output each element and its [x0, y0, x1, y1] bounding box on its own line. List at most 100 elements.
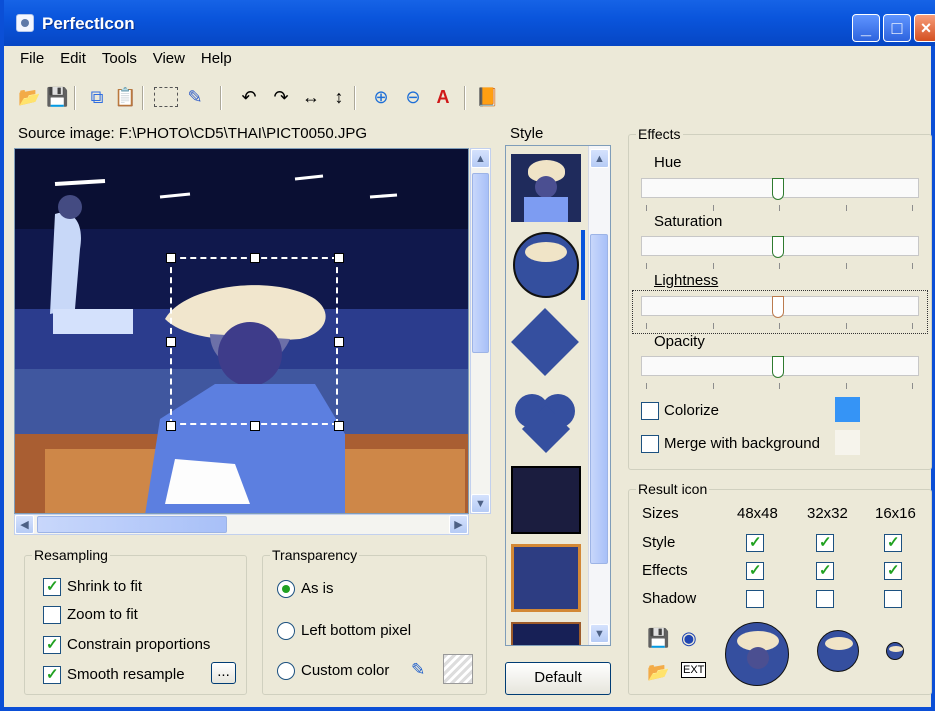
- menu-file[interactable]: File: [20, 50, 44, 67]
- app-window: PerfectIcon _ □ × File Edit Tools View H…: [0, 0, 935, 711]
- zoom-to-fit-checkbox[interactable]: [43, 606, 61, 624]
- crop-handle[interactable]: [334, 421, 344, 431]
- text-tool-icon[interactable]: A: [432, 86, 454, 108]
- style-scroll-up[interactable]: ▲: [590, 149, 609, 168]
- result-icon-32: [817, 630, 859, 672]
- open-folder-icon[interactable]: 📂: [647, 662, 669, 683]
- style-scrollbar[interactable]: ▲ ▼: [588, 146, 610, 645]
- resampling-group: Resampling Shrink to fit Zoom to fit Con…: [24, 547, 247, 695]
- colorize-color-swatch[interactable]: [835, 397, 860, 422]
- menu-tools[interactable]: Tools: [102, 50, 137, 67]
- selection-marker: [581, 230, 585, 300]
- export-icon[interactable]: EXT: [681, 662, 707, 678]
- image-vertical-scrollbar[interactable]: ▲ ▼: [470, 148, 491, 514]
- scroll-up-button[interactable]: ▲: [471, 149, 490, 168]
- select-icon[interactable]: [154, 87, 178, 107]
- style-scroll-down[interactable]: ▼: [590, 624, 609, 643]
- style-list[interactable]: ▲ ▼: [505, 145, 611, 646]
- shrink-to-fit-checkbox[interactable]: [43, 577, 61, 596]
- effects-16-checkbox[interactable]: [884, 561, 902, 580]
- tick-mark: [912, 323, 913, 329]
- maximize-button[interactable]: □: [883, 14, 911, 42]
- save-icon[interactable]: 💾: [46, 86, 68, 108]
- style-diamond[interactable]: [511, 308, 581, 378]
- image-horizontal-scrollbar[interactable]: ◀ ▶: [14, 514, 469, 535]
- copy-icon[interactable]: ⧉: [86, 86, 108, 108]
- shadow-48-checkbox[interactable]: [746, 590, 764, 608]
- left-bottom-pixel-radio[interactable]: [277, 622, 295, 640]
- scroll-down-button[interactable]: ▼: [471, 494, 490, 513]
- scroll-right-button[interactable]: ▶: [449, 515, 468, 534]
- custom-color-swatch[interactable]: [443, 654, 473, 684]
- zoom-in-icon[interactable]: ⊕: [370, 86, 392, 108]
- zoom-out-icon[interactable]: ⊖: [402, 86, 424, 108]
- save-icon[interactable]: 💾: [647, 628, 669, 649]
- eyedropper-icon[interactable]: ✎: [411, 660, 425, 680]
- effects-48-checkbox[interactable]: [746, 561, 764, 580]
- hue-slider-thumb[interactable]: [772, 178, 784, 200]
- book-icon[interactable]: 📙: [476, 86, 498, 108]
- style-48-checkbox[interactable]: [746, 533, 764, 552]
- smooth-resample-checkbox[interactable]: [43, 665, 61, 684]
- open-icon[interactable]: 📂: [18, 86, 40, 108]
- custom-color-radio[interactable]: [277, 662, 295, 680]
- style-square-dark[interactable]: [511, 466, 581, 534]
- menu-view[interactable]: View: [153, 50, 185, 67]
- default-button[interactable]: Default: [505, 662, 611, 695]
- menu-help[interactable]: Help: [201, 50, 232, 67]
- close-button[interactable]: ×: [914, 14, 935, 42]
- transparency-group: Transparency As is Left bottom pixel Cus…: [262, 547, 487, 695]
- style-scroll-thumb[interactable]: [590, 234, 608, 564]
- shadow-16-checkbox[interactable]: [884, 590, 902, 608]
- opacity-label: Opacity: [654, 333, 705, 350]
- rotate-left-icon[interactable]: ↶: [238, 86, 260, 108]
- paste-icon[interactable]: 📋: [114, 86, 136, 108]
- vertical-scroll-thumb[interactable]: [472, 173, 489, 353]
- crop-selection[interactable]: [170, 257, 338, 425]
- style-32-checkbox[interactable]: [816, 533, 834, 552]
- tick-mark: [713, 323, 714, 329]
- crop-handle[interactable]: [250, 253, 260, 263]
- constrain-proportions-checkbox[interactable]: [43, 635, 61, 654]
- smooth-resample-label: Smooth resample: [67, 666, 185, 683]
- colorize-checkbox[interactable]: [641, 402, 659, 420]
- style-heart[interactable]: [511, 388, 581, 456]
- style-framed[interactable]: [511, 544, 581, 612]
- toolbar-separator: [220, 86, 222, 110]
- crop-handle[interactable]: [166, 253, 176, 263]
- eyedropper-icon[interactable]: ✎: [184, 86, 206, 108]
- rotate-right-icon[interactable]: ↷: [270, 86, 292, 108]
- resample-options-button[interactable]: ...: [211, 662, 236, 684]
- as-is-radio[interactable]: [277, 580, 295, 598]
- saturation-slider-thumb[interactable]: [772, 236, 784, 258]
- minimize-button[interactable]: _: [852, 14, 880, 42]
- crop-handle[interactable]: [166, 337, 176, 347]
- style-partial[interactable]: [511, 622, 581, 645]
- tick-mark: [912, 263, 913, 269]
- source-image-view[interactable]: [14, 148, 469, 514]
- flip-vertical-icon[interactable]: ↕: [328, 86, 350, 108]
- eye-icon[interactable]: ◉: [681, 628, 697, 649]
- menu-edit[interactable]: Edit: [60, 50, 86, 67]
- lightness-slider-thumb[interactable]: [772, 296, 784, 318]
- effects-32-checkbox[interactable]: [816, 561, 834, 580]
- style-16-checkbox[interactable]: [884, 533, 902, 552]
- merge-color-swatch[interactable]: [835, 430, 860, 455]
- opacity-slider-thumb[interactable]: [772, 356, 784, 378]
- sizes-label: Sizes: [642, 505, 679, 522]
- shadow-32-checkbox[interactable]: [816, 590, 834, 608]
- crop-handle[interactable]: [250, 421, 260, 431]
- tick-mark: [713, 263, 714, 269]
- crop-handle[interactable]: [334, 253, 344, 263]
- crop-handle[interactable]: [166, 421, 176, 431]
- style-circle[interactable]: [511, 232, 581, 300]
- tick-mark: [846, 205, 847, 211]
- flip-horizontal-icon[interactable]: ↔: [300, 86, 322, 108]
- horizontal-scroll-thumb[interactable]: [37, 516, 227, 533]
- effects-row-label: Effects: [642, 562, 688, 579]
- scroll-left-button[interactable]: ◀: [15, 515, 34, 534]
- crop-handle[interactable]: [334, 337, 344, 347]
- as-is-label: As is: [301, 580, 334, 597]
- style-square[interactable]: [511, 154, 581, 222]
- merge-background-checkbox[interactable]: [641, 435, 659, 453]
